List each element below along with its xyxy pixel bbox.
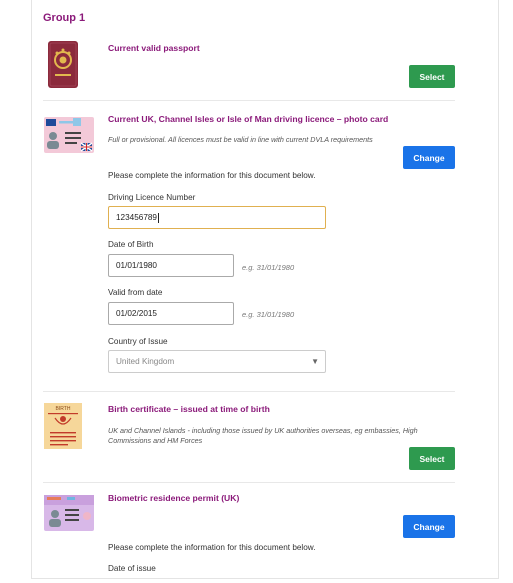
licence-number-input[interactable]: 123456789 — [108, 206, 326, 229]
dob-input[interactable]: 01/01/1980 — [108, 254, 234, 277]
document-selection-panel: Group 1 Current valid passport Select Cu… — [31, 0, 499, 579]
select-birth-certificate-button[interactable]: Select — [409, 447, 455, 470]
date-of-issue-label: Date of issue — [108, 564, 156, 573]
passport-icon — [43, 40, 83, 95]
valid-from-input[interactable]: 01/02/2015 — [108, 302, 234, 325]
dropdown-arrow-icon: ▼ — [311, 357, 319, 366]
driving-licence-icon — [43, 116, 95, 159]
divider — [43, 391, 455, 392]
instruction-text: Please complete the information for this… — [108, 171, 316, 180]
doc-title-residence-permit[interactable]: Biometric residence permit (UK) — [108, 493, 239, 503]
doc-title-passport[interactable]: Current valid passport — [108, 43, 200, 53]
country-select[interactable]: United Kingdom ▼ — [108, 350, 326, 373]
country-value: United Kingdom — [116, 357, 175, 366]
dob-label: Date of Birth — [108, 240, 154, 249]
doc-title-birth-certificate[interactable]: Birth certificate – issued at time of bi… — [108, 404, 270, 414]
select-passport-button[interactable]: Select — [409, 65, 455, 88]
licence-number-value: 123456789 — [116, 213, 157, 222]
group-title: Group 1 — [43, 12, 86, 24]
valid-from-example: e.g. 31/01/1980 — [242, 310, 295, 319]
divider — [43, 100, 455, 101]
change-driving-licence-button[interactable]: Change — [403, 146, 455, 169]
birth-certificate-icon: BIRTH — [43, 402, 83, 455]
svg-text:BIRTH: BIRTH — [56, 406, 71, 412]
licence-number-label: Driving Licence Number — [108, 193, 196, 202]
divider — [43, 482, 455, 483]
change-residence-permit-button[interactable]: Change — [403, 515, 455, 538]
country-label: Country of Issue — [108, 337, 168, 346]
residence-permit-icon — [43, 494, 95, 537]
valid-from-label: Valid from date — [108, 288, 163, 297]
instruction-text: Please complete the information for this… — [108, 543, 316, 552]
doc-note-driving-licence: Full or provisional. All licences must b… — [108, 135, 373, 144]
doc-note-birth-certificate: UK and Channel Islands - including those… — [108, 426, 418, 445]
dob-example: e.g. 31/01/1980 — [242, 263, 295, 272]
doc-title-driving-licence[interactable]: Current UK, Channel Isles or Isle of Man… — [108, 114, 388, 124]
text-caret — [157, 212, 159, 223]
